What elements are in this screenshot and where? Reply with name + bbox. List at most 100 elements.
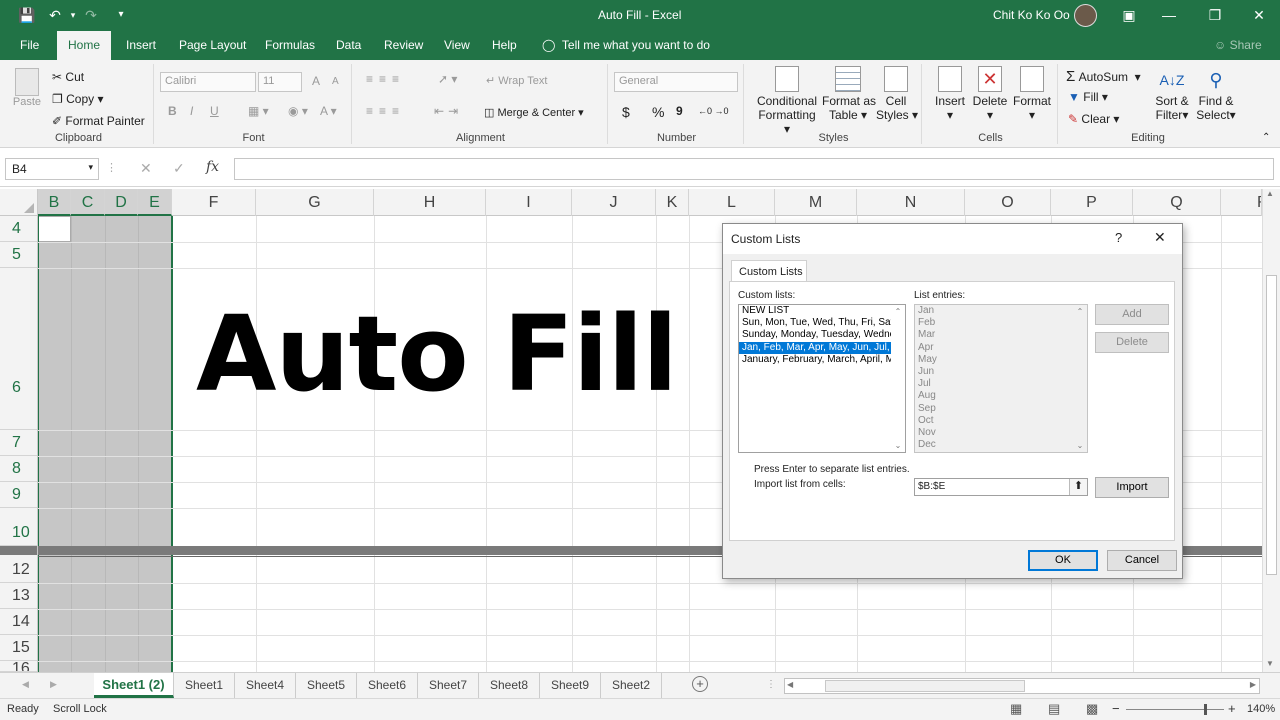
- zoom-level[interactable]: 140%: [1247, 703, 1275, 715]
- tab-page-layout[interactable]: Page Layout: [177, 31, 248, 60]
- column-header[interactable]: H: [374, 189, 486, 216]
- help-button[interactable]: ?: [1115, 230, 1122, 245]
- scroll-down-icon[interactable]: ⌄: [891, 441, 905, 450]
- conditional-formatting-button[interactable]: Conditional Formatting ▾: [754, 66, 820, 136]
- list-scrollbar[interactable]: ⌃ ⌄: [891, 305, 905, 452]
- collapse-dialog-icon[interactable]: ⬆: [1069, 479, 1087, 495]
- minimize-icon[interactable]: —: [1160, 6, 1178, 24]
- select-all-button[interactable]: [0, 189, 38, 216]
- insert-cells-button[interactable]: Insert ▾: [930, 66, 970, 122]
- next-sheet-icon[interactable]: ▶: [50, 679, 57, 690]
- insert-function-button[interactable]: fx: [206, 159, 219, 175]
- undo-icon[interactable]: ↶: [46, 6, 64, 24]
- scroll-thumb[interactable]: [1266, 275, 1277, 575]
- tab-view[interactable]: View: [442, 31, 472, 60]
- fill-button[interactable]: ▼ Fill ▾: [1068, 90, 1108, 104]
- cancel-button[interactable]: Cancel: [1107, 550, 1177, 571]
- vertical-scrollbar[interactable]: ▲ ▼: [1262, 189, 1280, 672]
- list-item[interactable]: Jan, Feb, Mar, Apr, May, Jun, Jul, Aug: [739, 341, 905, 354]
- format-as-table-button[interactable]: Format as Table ▾: [822, 66, 876, 122]
- tab-split-icon[interactable]: ⋮: [766, 679, 776, 690]
- collapse-ribbon-icon[interactable]: ⌃: [1262, 132, 1270, 143]
- row-header[interactable]: 16: [0, 661, 37, 672]
- tell-me-box[interactable]: ◯ Tell me what you want to do: [540, 31, 712, 60]
- copy-button[interactable]: ❐ Copy ▾: [52, 92, 103, 106]
- format-cells-button[interactable]: Format ▾: [1010, 66, 1054, 122]
- column-header[interactable]: Q: [1133, 189, 1221, 216]
- list-item[interactable]: Sun, Mon, Tue, Wed, Thu, Fri, Sat: [739, 317, 905, 329]
- font-size-combo[interactable]: 11: [258, 72, 302, 92]
- sheet-tab[interactable]: Sheet7: [418, 673, 479, 698]
- indent-buttons[interactable]: ⇤⇥: [434, 104, 462, 118]
- import-button[interactable]: Import: [1095, 477, 1169, 498]
- enter-formula-button[interactable]: ✓: [173, 160, 185, 177]
- row-header[interactable]: 14: [0, 609, 37, 635]
- list-entries-box[interactable]: Jan Feb Mar Apr May Jun Jul Aug Sep Oct …: [914, 304, 1088, 453]
- formula-input[interactable]: [234, 158, 1274, 180]
- font-name-combo[interactable]: Calibri: [160, 72, 256, 92]
- list-item[interactable]: January, February, March, April, May: [739, 354, 905, 366]
- add-button[interactable]: Add: [1095, 304, 1169, 325]
- scroll-left-icon[interactable]: ◀: [787, 680, 793, 689]
- cancel-formula-button[interactable]: ✕: [140, 160, 152, 177]
- tab-file[interactable]: File: [18, 31, 41, 60]
- column-header[interactable]: P: [1051, 189, 1133, 216]
- tab-home[interactable]: Home: [57, 31, 112, 60]
- share-button[interactable]: ☺ Share: [1212, 31, 1264, 60]
- zoom-in-button[interactable]: +: [1228, 701, 1236, 716]
- avatar[interactable]: [1074, 4, 1097, 27]
- merge-center-button[interactable]: ◫ Merge & Center ▾: [484, 106, 584, 119]
- fill-color-button[interactable]: ◉ ▾: [288, 104, 308, 118]
- paste-button[interactable]: Paste: [12, 68, 42, 108]
- column-header[interactable]: J: [572, 189, 656, 216]
- column-header[interactable]: I: [486, 189, 572, 216]
- column-header[interactable]: B: [38, 189, 71, 216]
- import-range-input[interactable]: $B:$E: [914, 478, 1088, 496]
- number-format-combo[interactable]: General: [614, 72, 738, 92]
- font-color-button[interactable]: A ▾: [320, 104, 337, 118]
- underline-button[interactable]: U: [210, 104, 219, 118]
- column-header[interactable]: E: [138, 189, 172, 216]
- clear-button[interactable]: ✎ Clear ▾: [1068, 112, 1119, 126]
- entries-scrollbar[interactable]: ⌃ ⌄: [1073, 305, 1087, 452]
- delete-button[interactable]: Delete: [1095, 332, 1169, 353]
- column-header[interactable]: K: [656, 189, 689, 216]
- format-painter-button[interactable]: ✐ Format Painter: [52, 114, 145, 128]
- tab-review[interactable]: Review: [382, 31, 425, 60]
- row-header[interactable]: 15: [0, 635, 37, 661]
- scroll-up-icon[interactable]: ⌃: [891, 307, 905, 316]
- horizontal-scrollbar[interactable]: ◀ ▶: [784, 678, 1260, 694]
- undo-dropdown-icon[interactable]: ▾: [64, 6, 82, 24]
- customize-toolbar-icon[interactable]: ▾: [112, 6, 130, 24]
- cut-button[interactable]: ✂ Cut: [52, 70, 84, 84]
- tab-help[interactable]: Help: [490, 31, 519, 60]
- row-header[interactable]: 7: [0, 430, 37, 456]
- scroll-up-icon[interactable]: ⌃: [1073, 307, 1087, 316]
- delete-cells-button[interactable]: ✕ Delete ▾: [970, 66, 1010, 122]
- h-scroll-thumb[interactable]: [825, 680, 1025, 692]
- wrap-text-button[interactable]: ↵ Wrap Text: [486, 74, 547, 87]
- orientation-button[interactable]: ➚ ▾: [438, 72, 457, 86]
- percent-button[interactable]: %: [652, 104, 664, 120]
- zoom-slider[interactable]: [1126, 709, 1224, 710]
- horizontal-align-buttons[interactable]: ≡≡≡: [366, 104, 405, 118]
- prev-sheet-icon[interactable]: ◀: [22, 679, 29, 690]
- sheet-tab[interactable]: Sheet9: [540, 673, 601, 698]
- currency-button[interactable]: $: [622, 104, 630, 120]
- row-header[interactable]: 10: [0, 508, 37, 546]
- sheet-tab[interactable]: Sheet2: [601, 673, 662, 698]
- tab-data[interactable]: Data: [334, 31, 363, 60]
- custom-lists-tab[interactable]: Custom Lists: [731, 260, 807, 282]
- column-header[interactable]: L: [689, 189, 775, 216]
- column-header[interactable]: O: [965, 189, 1051, 216]
- active-cell-b4[interactable]: [38, 216, 71, 242]
- row-header[interactable]: 5: [0, 242, 37, 268]
- column-header[interactable]: F: [172, 189, 256, 216]
- sheet-tab[interactable]: Sheet5: [296, 673, 357, 698]
- sheet-tab[interactable]: Sheet6: [357, 673, 418, 698]
- row-header[interactable]: 4: [0, 216, 37, 242]
- sheet-tab[interactable]: Sheet4: [235, 673, 296, 698]
- custom-lists-listbox[interactable]: NEW LIST Sun, Mon, Tue, Wed, Thu, Fri, S…: [738, 304, 906, 453]
- ribbon-display-icon[interactable]: ▣: [1120, 6, 1138, 24]
- comma-button[interactable]: 9: [676, 104, 683, 118]
